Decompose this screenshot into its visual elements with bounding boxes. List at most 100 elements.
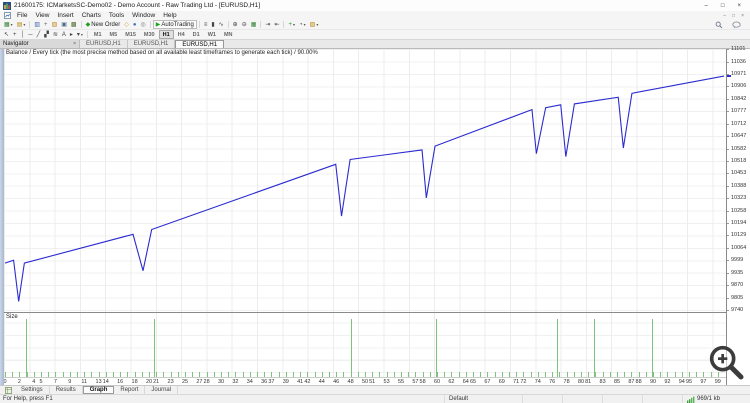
horizontal-line-button[interactable]: ─	[26, 30, 34, 39]
web-terminal-button[interactable]: ◎	[138, 20, 147, 29]
indicators-button[interactable]: + ▾	[286, 20, 297, 29]
size-bar-large	[651, 319, 653, 377]
tester-tab-graph[interactable]: Graph	[82, 386, 115, 394]
x-axis-label: 50	[361, 379, 369, 385]
status-cell	[602, 395, 642, 403]
zoom-magnifier-icon[interactable]	[706, 342, 746, 382]
shapes-button[interactable]: ▾ ▾	[75, 30, 85, 39]
auto-scroll-icon: ⇥	[265, 21, 271, 28]
x-axis-label: 28	[203, 379, 210, 385]
tester-tab-settings[interactable]: Settings	[15, 386, 50, 394]
main-toolbar: ▦ ▾ ▤ ▾ ▥ + ▧ ▣ ▩ ◆ New Order ◇ ● ◎ ▶ AutoTrading ≡ ▮ ∿ ⊕ ⊖ ▦…	[0, 20, 750, 30]
market-watch-button[interactable]: ▥	[32, 20, 42, 29]
auto-scroll-button[interactable]: ⇥	[263, 20, 272, 29]
chat-icon[interactable]	[732, 21, 741, 29]
line-chart-mode-icon: ∿	[218, 21, 224, 28]
data-window-button[interactable]: +	[42, 20, 50, 29]
size-bar-large	[154, 319, 155, 377]
size-bar-large	[593, 319, 595, 377]
y-axis-label: 10971	[726, 70, 747, 77]
menu-tools[interactable]: Tools	[105, 12, 128, 19]
menu-charts[interactable]: Charts	[78, 12, 105, 19]
profiles-button[interactable]: ▤ ▾	[15, 20, 28, 29]
new-chart-button[interactable]: ▦ ▾	[2, 20, 15, 29]
tester-tab-journal[interactable]: Journal	[145, 386, 179, 394]
chart-tab-3[interactable]: EURUSD,H1	[175, 40, 225, 48]
child-restore-button[interactable]: □	[732, 13, 735, 19]
tester-tab-results[interactable]: Results	[50, 386, 83, 394]
tester-tab-report[interactable]: Report	[114, 386, 146, 394]
timeframe-m30-button[interactable]: M30	[140, 30, 159, 39]
mql5-community-button[interactable]: ●	[131, 20, 139, 29]
x-axis-label: 88	[635, 379, 642, 385]
x-axis-label: 37	[268, 379, 275, 385]
strategy-tester-button[interactable]: ▩	[69, 20, 79, 29]
titlebar: 21600175: ICMarketsSC-Demo02 - Demo Acco…	[0, 0, 750, 11]
templates-button[interactable]: ▨ ▾	[308, 20, 321, 29]
child-minimize-button[interactable]: –	[723, 13, 726, 19]
vertical-line-button[interactable]: │	[19, 30, 27, 39]
dropdown-arrow-icon: ▾	[23, 22, 26, 27]
x-axis-label: 94	[678, 379, 685, 385]
graph-area[interactable]: Balance / Every tick (the most precise m…	[4, 49, 727, 385]
navigator-header[interactable]: Navigator ×	[0, 40, 80, 48]
y-axis-label: 10518	[726, 157, 747, 164]
new-order-button[interactable]: ◆ New Order	[84, 20, 123, 29]
chart-tab-1[interactable]: EURUSD,H1	[80, 40, 128, 48]
search-icon[interactable]	[715, 21, 723, 29]
text-label-button[interactable]: A	[60, 30, 68, 39]
arrow-label-button[interactable]: ▸	[68, 30, 75, 39]
navigator-panel-button[interactable]: ▧	[50, 20, 60, 29]
maximize-button[interactable]: □	[721, 3, 725, 9]
timeframe-h4-button[interactable]: H4	[174, 30, 189, 39]
candlestick-mode-button[interactable]: ▮	[209, 20, 216, 29]
zoom-out-button[interactable]: ⊖	[240, 20, 249, 29]
menu-file[interactable]: File	[13, 12, 31, 19]
trendline-button[interactable]: ╱	[35, 30, 43, 39]
equidistant-channel-button[interactable]: ▞	[42, 30, 51, 39]
close-button[interactable]: ×	[737, 3, 741, 9]
status-template-cell[interactable]: Default	[444, 395, 522, 403]
child-close-button[interactable]: ×	[741, 13, 744, 19]
x-axis-label: 23	[167, 379, 174, 385]
periods-button[interactable]: ◔ ▾	[297, 20, 308, 29]
y-axis-label: 10064	[726, 244, 747, 251]
chart-shift-button[interactable]: ⇤	[272, 20, 281, 29]
timeframe-w1-button[interactable]: W1	[204, 30, 220, 39]
timeframe-m1-button[interactable]: M1	[90, 30, 106, 39]
x-axis-label: 57	[412, 379, 419, 385]
chart-tab-2[interactable]: EURUSD,H1	[127, 40, 176, 48]
x-axis-label: 32	[232, 379, 239, 385]
line-chart-mode-button[interactable]: ∿	[217, 20, 226, 29]
x-axis-label: 39	[282, 379, 289, 385]
bar-chart-mode-button[interactable]: ≡	[202, 20, 210, 29]
x-axis-label: 48	[347, 379, 354, 385]
navigator-close-icon[interactable]: ×	[73, 41, 76, 47]
zoom-in-icon: ⊕	[232, 21, 238, 28]
autotrading-button[interactable]: ▶ AutoTrading	[152, 20, 197, 29]
x-axis-label: 55	[397, 379, 405, 385]
x-axis-label: 90	[649, 379, 657, 385]
timeframe-m5-button[interactable]: M5	[106, 30, 122, 39]
x-axis-label: 78	[563, 379, 570, 385]
new-order-label: New Order	[91, 21, 121, 28]
timeframe-m15-button[interactable]: M15	[121, 30, 140, 39]
menu-insert[interactable]: Insert	[53, 12, 77, 19]
x-axis-label: 2	[17, 379, 21, 385]
tile-windows-button[interactable]: ▦	[249, 20, 259, 29]
timeframe-mn-button[interactable]: MN	[220, 30, 237, 39]
tabstrip: Navigator × EURUSD,H1 EURUSD,H1 EURUSD,H1	[0, 40, 750, 49]
status-help-text: For Help, press F1	[3, 396, 53, 402]
timeframe-h1-button[interactable]: H1	[158, 30, 174, 39]
crosshair-button[interactable]: +	[11, 30, 19, 39]
minimize-button[interactable]: –	[705, 3, 708, 9]
fibonacci-button[interactable]: ≋	[51, 30, 60, 39]
menu-view[interactable]: View	[31, 12, 53, 19]
menu-window[interactable]: Window	[128, 12, 159, 19]
timeframe-d1-button[interactable]: D1	[189, 30, 204, 39]
menu-help[interactable]: Help	[159, 12, 180, 19]
zoom-in-button[interactable]: ⊕	[231, 20, 240, 29]
cursor-button[interactable]: ↖	[2, 30, 11, 39]
terminal-panel-button[interactable]: ▣	[59, 20, 69, 29]
metaeditor-button[interactable]: ◇	[122, 20, 131, 29]
